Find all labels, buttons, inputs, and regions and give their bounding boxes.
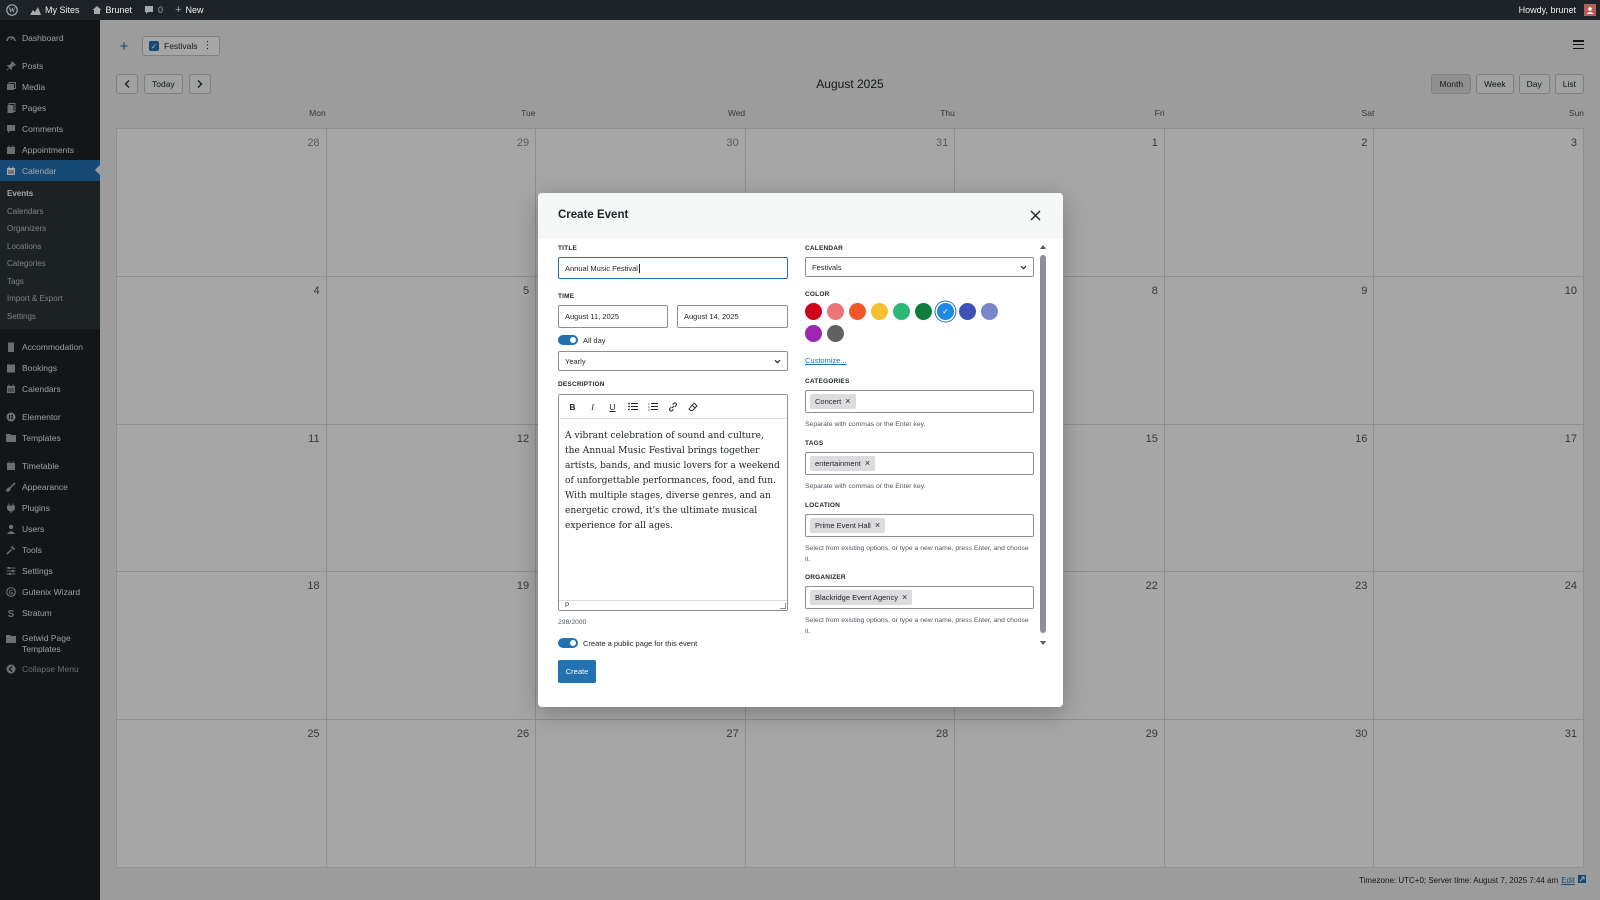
svg-text:3: 3 [648,408,650,411]
chevron-down-icon [774,358,781,365]
site-name-label: Brunet [105,5,133,15]
clear-formatting-icon[interactable] [687,401,698,412]
location-field[interactable]: Prime Event Hall × [805,514,1034,537]
token-chip: Concert × [810,394,856,409]
my-sites-label: My Sites [45,5,80,15]
site-name-menu[interactable]: Brunet [86,0,139,20]
token-chip: entertainment × [810,456,876,471]
all-day-toggle[interactable] [558,335,578,345]
create-event-modal: Create Event Title Annual Music Festival… [538,193,1063,707]
remove-token-icon[interactable]: × [902,593,907,602]
location-help: Select from existing options, or type a … [805,545,1029,563]
color-swatch[interactable] [827,325,844,342]
description-editor[interactable]: B I U 123 A vibrant celebration of sound… [558,394,788,611]
howdy-label: Howdy, brunet [1518,5,1576,15]
token-label: Prime Event Hall [815,521,871,530]
calendar-select[interactable]: Festivals [805,257,1034,277]
avatar [1584,4,1596,16]
token-label: entertainment [815,459,861,468]
calendar-select-value: Festivals [812,262,842,272]
wordpress-logo-icon[interactable]: W [0,0,24,20]
all-day-label: All day [583,335,606,345]
resize-handle-icon[interactable] [780,603,786,609]
tags-field[interactable]: entertainment × [805,452,1034,475]
repeat-value: Yearly [565,356,586,366]
tags-label: Tags [805,440,824,447]
admin-bar: W My Sites Brunet 0 + New Howdy, brunet [0,0,1600,20]
color-swatch[interactable]: ✓ [937,303,954,320]
event-title-input[interactable]: Annual Music Festival [558,257,788,279]
tags-help: Separate with commas or the Enter key. [805,483,926,490]
token-chip: Blackridge Event Agency × [810,590,913,605]
end-date-input[interactable]: August 14, 2025 [677,305,788,328]
token-label: Blackridge Event Agency [815,593,898,602]
color-swatch[interactable] [871,303,888,320]
color-swatch[interactable] [981,303,998,320]
comments-count: 0 [158,5,164,15]
modal-title: Create Event [558,209,629,221]
start-date-input[interactable]: August 11, 2025 [558,305,668,328]
home-icon [92,5,102,15]
create-button[interactable]: Create [558,660,596,683]
numbered-list-icon[interactable]: 123 [647,401,658,412]
chevron-down-icon [1020,264,1027,271]
color-label: Color [805,291,830,298]
end-date-value: August 14, 2025 [684,312,739,321]
location-label: Location [805,502,841,509]
color-swatch[interactable] [959,303,976,320]
remove-token-icon[interactable]: × [875,521,880,530]
scrollbar-thumb[interactable] [1040,255,1046,633]
new-label: New [185,5,204,15]
remove-token-icon[interactable]: × [865,459,870,468]
new-content-menu[interactable]: + New [169,0,209,20]
organizer-label: Organizer [805,574,846,581]
my-sites-menu[interactable]: My Sites [24,0,86,20]
account-menu[interactable]: Howdy, brunet [1513,0,1600,20]
editor-toolbar: B I U 123 [559,395,787,419]
event-title-value: Annual Music Festival [565,263,638,273]
close-icon[interactable] [1027,207,1043,223]
bold-icon[interactable]: B [567,401,578,412]
plus-icon: + [175,4,182,16]
title-label: Title [558,245,578,252]
organizer-help: Select from existing options, or type a … [805,617,1029,635]
underline-icon[interactable]: U [607,401,618,412]
categories-label: Categories [805,378,850,385]
start-date-value: August 11, 2025 [565,312,620,321]
my-sites-icon [30,6,41,15]
customize-color-link[interactable]: Customize... [805,356,847,365]
public-page-label: Create a public page for this event [583,638,698,648]
categories-field[interactable]: Concert × [805,390,1034,413]
color-swatch[interactable] [915,303,932,320]
description-label: Description [558,381,605,388]
calendar-label: Calendar [805,245,844,252]
repeat-select[interactable]: Yearly [558,351,788,371]
link-icon[interactable] [667,401,678,412]
color-swatch[interactable] [827,303,844,320]
categories-help: Separate with commas or the Enter key. [805,421,926,428]
token-chip: Prime Event Hall × [810,518,886,533]
comment-bubble-icon [144,5,154,15]
italic-icon[interactable]: I [587,401,598,412]
organizer-field[interactable]: Blackridge Event Agency × [805,586,1034,609]
public-page-toggle[interactable] [558,638,578,648]
color-palette: ✓ [805,303,1015,342]
token-label: Concert [815,397,842,406]
editor-path: P [559,600,787,610]
char-count: 298/2000 [558,619,587,626]
bullet-list-icon[interactable] [627,401,638,412]
scroll-up-icon[interactable] [1040,245,1046,249]
color-swatch[interactable] [805,325,822,342]
time-label: Time [558,293,575,300]
remove-token-icon[interactable]: × [845,397,850,406]
checkmark-icon: ✓ [942,307,949,316]
description-text: A vibrant celebration of sound and cultu… [565,431,780,531]
svg-text:W: W [9,7,16,15]
modal-scrollbar[interactable] [1039,245,1047,645]
color-swatch[interactable] [805,303,822,320]
color-swatch[interactable] [849,303,866,320]
scroll-down-icon[interactable] [1040,641,1046,645]
comments-menu[interactable]: 0 [138,0,169,20]
color-swatch[interactable] [893,303,910,320]
